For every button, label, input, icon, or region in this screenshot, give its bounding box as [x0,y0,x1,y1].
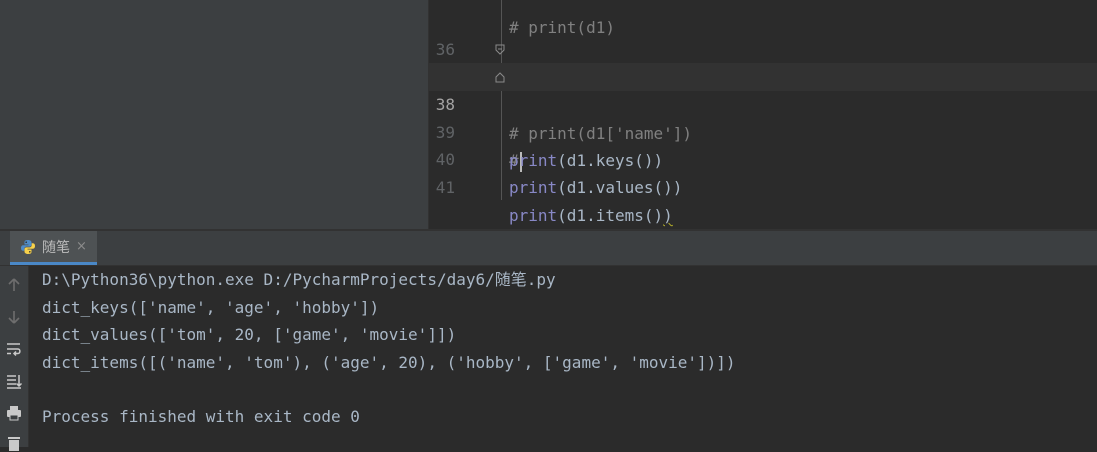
fold-start-icon[interactable] [495,71,505,83]
code-line[interactable]: 36 d1 = {'name': 'tom', 'age': 20, 'hobb… [429,8,1097,87]
code-line[interactable]: 40 print(d1.values()) [429,118,1097,197]
console-line: dict_keys(['name', 'age', 'hobby']) [42,298,380,317]
console-output[interactable]: D:\Python36\python.exe D:/PycharmProject… [29,266,1097,447]
arrow-up-icon[interactable] [0,276,28,294]
run-tab-label: 随笔 [42,239,70,256]
console-line: D:\Python36\python.exe D:/PycharmProject… [42,270,556,289]
code-text: print(d1.values()) [509,178,683,197]
code-line[interactable]: 37 # print(d1['name']) [429,36,1097,143]
code-line[interactable]: 41 print(d1.items()) [429,146,1097,225]
soft-wrap-icon[interactable] [0,340,28,358]
close-icon[interactable]: × [76,239,87,254]
fold-end-icon[interactable] [495,44,505,56]
python-icon [21,239,35,254]
run-side-toolbar [0,266,29,451]
console-line: dict_items([('name', 'tom'), ('age', 20)… [42,353,736,372]
print-icon[interactable] [0,404,28,422]
arrow-down-icon[interactable] [0,308,28,326]
console-line: dict_values(['tom', 20, ['game', 'movie'… [42,325,457,344]
project-pane [0,0,428,229]
code-line-current[interactable]: 38 # [429,63,1097,172]
run-tool-window-header: 随笔 × [0,231,1097,266]
line-number: 41 [435,178,455,197]
scroll-to-end-icon[interactable] [0,372,28,390]
code-line[interactable]: 39 print(d1.keys()) [429,91,1097,170]
console-line: Process finished with exit code 0 [42,407,360,426]
trash-icon[interactable] [0,434,28,452]
code-editor[interactable]: # print(d1) 36 d1 = {'name': 'tom', 'age… [429,0,1097,229]
run-tab[interactable]: 随笔 × [10,231,97,265]
code-text: print(d1.items()) [509,206,673,225]
